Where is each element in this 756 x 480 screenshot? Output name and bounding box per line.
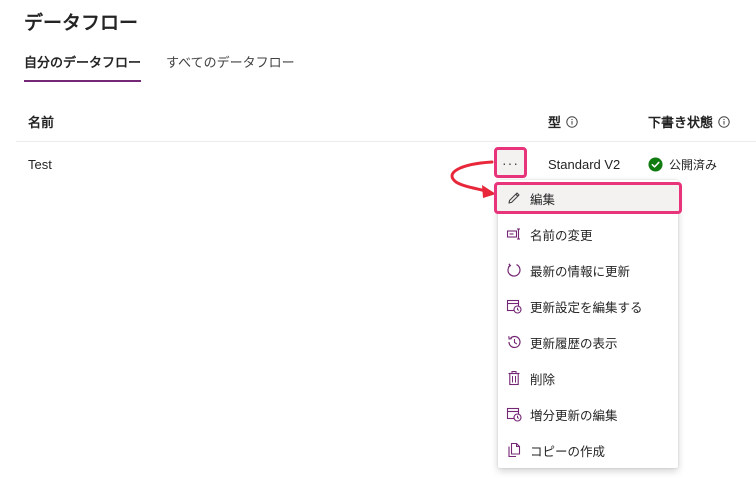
checkmark-circle-icon bbox=[648, 157, 663, 172]
menu-item-edit-label: 編集 bbox=[530, 191, 556, 207]
menu-item-edit-incremental-refresh-label: 増分更新の編集 bbox=[530, 407, 618, 423]
calendar-clock-icon bbox=[506, 299, 522, 314]
menu-item-save-as-label: コピーの作成 bbox=[530, 443, 606, 459]
page-title: データフロー bbox=[24, 12, 139, 34]
menu-item-edit-incremental-refresh[interactable]: 増分更新の編集 bbox=[498, 396, 678, 432]
menu-item-refresh[interactable]: 最新の情報に更新 bbox=[498, 252, 678, 288]
history-icon bbox=[508, 335, 521, 349]
pencil-icon bbox=[508, 192, 520, 204]
dataflow-name-link[interactable]: Test bbox=[28, 157, 52, 172]
dataflow-type: Standard V2 bbox=[548, 157, 621, 172]
rename-icon bbox=[506, 228, 520, 240]
menu-item-delete[interactable]: 削除 bbox=[498, 360, 678, 396]
dataflow-status: 公開済み bbox=[648, 156, 717, 173]
menu-item-refresh-history[interactable]: 更新履歴の表示 bbox=[498, 324, 678, 360]
info-icon[interactable] bbox=[566, 115, 578, 128]
column-header-name-label: 名前 bbox=[28, 116, 55, 131]
menu-item-delete-label: 削除 bbox=[530, 371, 556, 387]
calendar-clock-icon bbox=[506, 407, 522, 422]
refresh-icon bbox=[507, 263, 521, 277]
tab-my-dataflows[interactable]: 自分のデータフロー bbox=[24, 52, 141, 71]
context-menu: 編集 名前の変更 最新の情報に更新 更新設定を編集する 更新履歴の表示 削除 増… bbox=[494, 180, 682, 468]
menu-item-edit[interactable]: 編集 bbox=[494, 182, 682, 214]
tab-all-dataflows[interactable]: すべてのデータフロー bbox=[166, 52, 295, 71]
menu-item-refresh-history-label: 更新履歴の表示 bbox=[530, 335, 618, 351]
menu-item-edit-refresh-settings-label: 更新設定を編集する bbox=[530, 299, 643, 315]
column-header-status-label: 下書き状態 bbox=[648, 116, 714, 131]
menu-item-rename[interactable]: 名前の変更 bbox=[498, 216, 678, 252]
dataflows-page: データフロー 自分のデータフロー すべてのデータフロー 名前 型 下書き状態 T… bbox=[0, 0, 756, 480]
column-header-type-label: 型 bbox=[548, 116, 562, 131]
column-header-name[interactable]: 名前 bbox=[28, 112, 54, 131]
copy-icon bbox=[508, 442, 521, 458]
trash-icon bbox=[508, 371, 520, 386]
info-icon[interactable] bbox=[718, 115, 730, 128]
active-tab-indicator bbox=[24, 80, 141, 82]
header-divider bbox=[16, 141, 756, 142]
dataflow-status-label: 公開済み bbox=[669, 158, 718, 172]
menu-item-refresh-label: 最新の情報に更新 bbox=[530, 263, 631, 279]
menu-item-save-as[interactable]: コピーの作成 bbox=[498, 432, 678, 468]
column-header-status[interactable]: 下書き状態 bbox=[648, 112, 730, 131]
column-header-type[interactable]: 型 bbox=[548, 112, 578, 131]
menu-item-rename-label: 名前の変更 bbox=[530, 227, 593, 243]
menu-item-edit-refresh-settings[interactable]: 更新設定を編集する bbox=[498, 288, 678, 324]
